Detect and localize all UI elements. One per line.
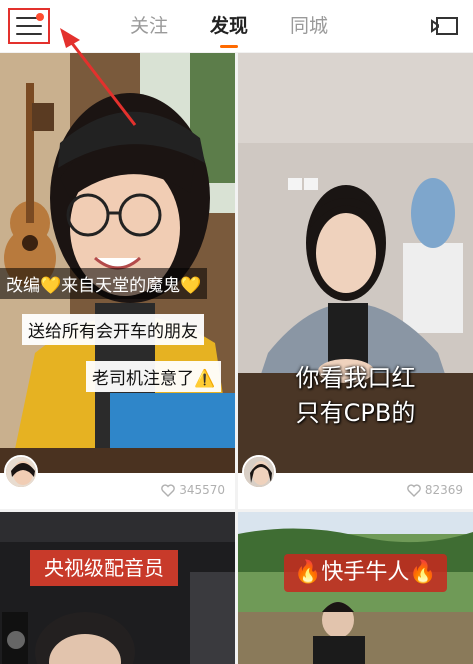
menu-button[interactable] xyxy=(8,8,50,44)
video-banner: 🔥快手牛人🔥 xyxy=(284,554,447,592)
avatar[interactable] xyxy=(4,455,38,489)
like-count: 345570 xyxy=(161,483,225,497)
feed-card[interactable]: 央视级配音员 xyxy=(0,512,235,664)
menu-icon-line xyxy=(16,33,42,35)
heart-icon[interactable] xyxy=(161,483,175,497)
avatar-image xyxy=(6,457,36,487)
avatar[interactable] xyxy=(242,455,276,489)
screen-mode-icon[interactable] xyxy=(431,16,459,36)
card-footer: 82369 xyxy=(238,455,473,509)
video-subtitle: 你看我口红 xyxy=(295,364,416,392)
video-thumbnail[interactable]: 央视级配音员 xyxy=(0,512,235,664)
video-banner: 央视级配音员 xyxy=(30,550,178,586)
tab-discover[interactable]: 发现 xyxy=(210,10,248,48)
tab-follow[interactable]: 关注 xyxy=(130,10,168,42)
notification-dot xyxy=(36,13,44,21)
feed-card[interactable]: 🔥快手牛人🔥 xyxy=(238,512,473,664)
menu-icon-line xyxy=(16,25,42,27)
heart-icon[interactable] xyxy=(407,483,421,497)
video-caption-line: 改编💛来自天堂的魔鬼💛 xyxy=(0,268,208,299)
avatar-image xyxy=(244,457,274,487)
like-count-value: 345570 xyxy=(179,483,225,497)
video-thumbnail[interactable]: 🔥快手牛人🔥 xyxy=(238,512,473,664)
active-tab-indicator xyxy=(220,45,239,48)
card-footer: 345570 xyxy=(0,455,235,509)
feed-card[interactable]: 你看我口红 只有CPB的 82369 xyxy=(238,53,473,509)
tab-nearby[interactable]: 同城 xyxy=(290,10,328,42)
video-caption-line: 老司机注意了⚠️ xyxy=(86,361,222,392)
video-thumbnail[interactable]: 你看我口红 只有CPB的 xyxy=(238,53,473,473)
like-count-value: 82369 xyxy=(424,483,463,497)
feed-card[interactable]: 改编💛来自天堂的魔鬼💛 送给所有会开车的朋友 老司机注意了⚠️ 345570 xyxy=(0,53,235,509)
feed-tabs: 关注 发现 同城 xyxy=(130,10,328,48)
thumbnail-image xyxy=(0,53,235,473)
like-count: 82369 xyxy=(407,483,463,497)
thumbnail-image xyxy=(0,512,235,664)
video-subtitle: 只有CPB的 xyxy=(295,399,416,427)
video-caption-line: 送给所有会开车的朋友 xyxy=(22,314,204,345)
top-bar: 关注 发现 同城 xyxy=(0,0,473,52)
video-thumbnail[interactable]: 改编💛来自天堂的魔鬼💛 送给所有会开车的朋友 老司机注意了⚠️ xyxy=(0,53,235,473)
